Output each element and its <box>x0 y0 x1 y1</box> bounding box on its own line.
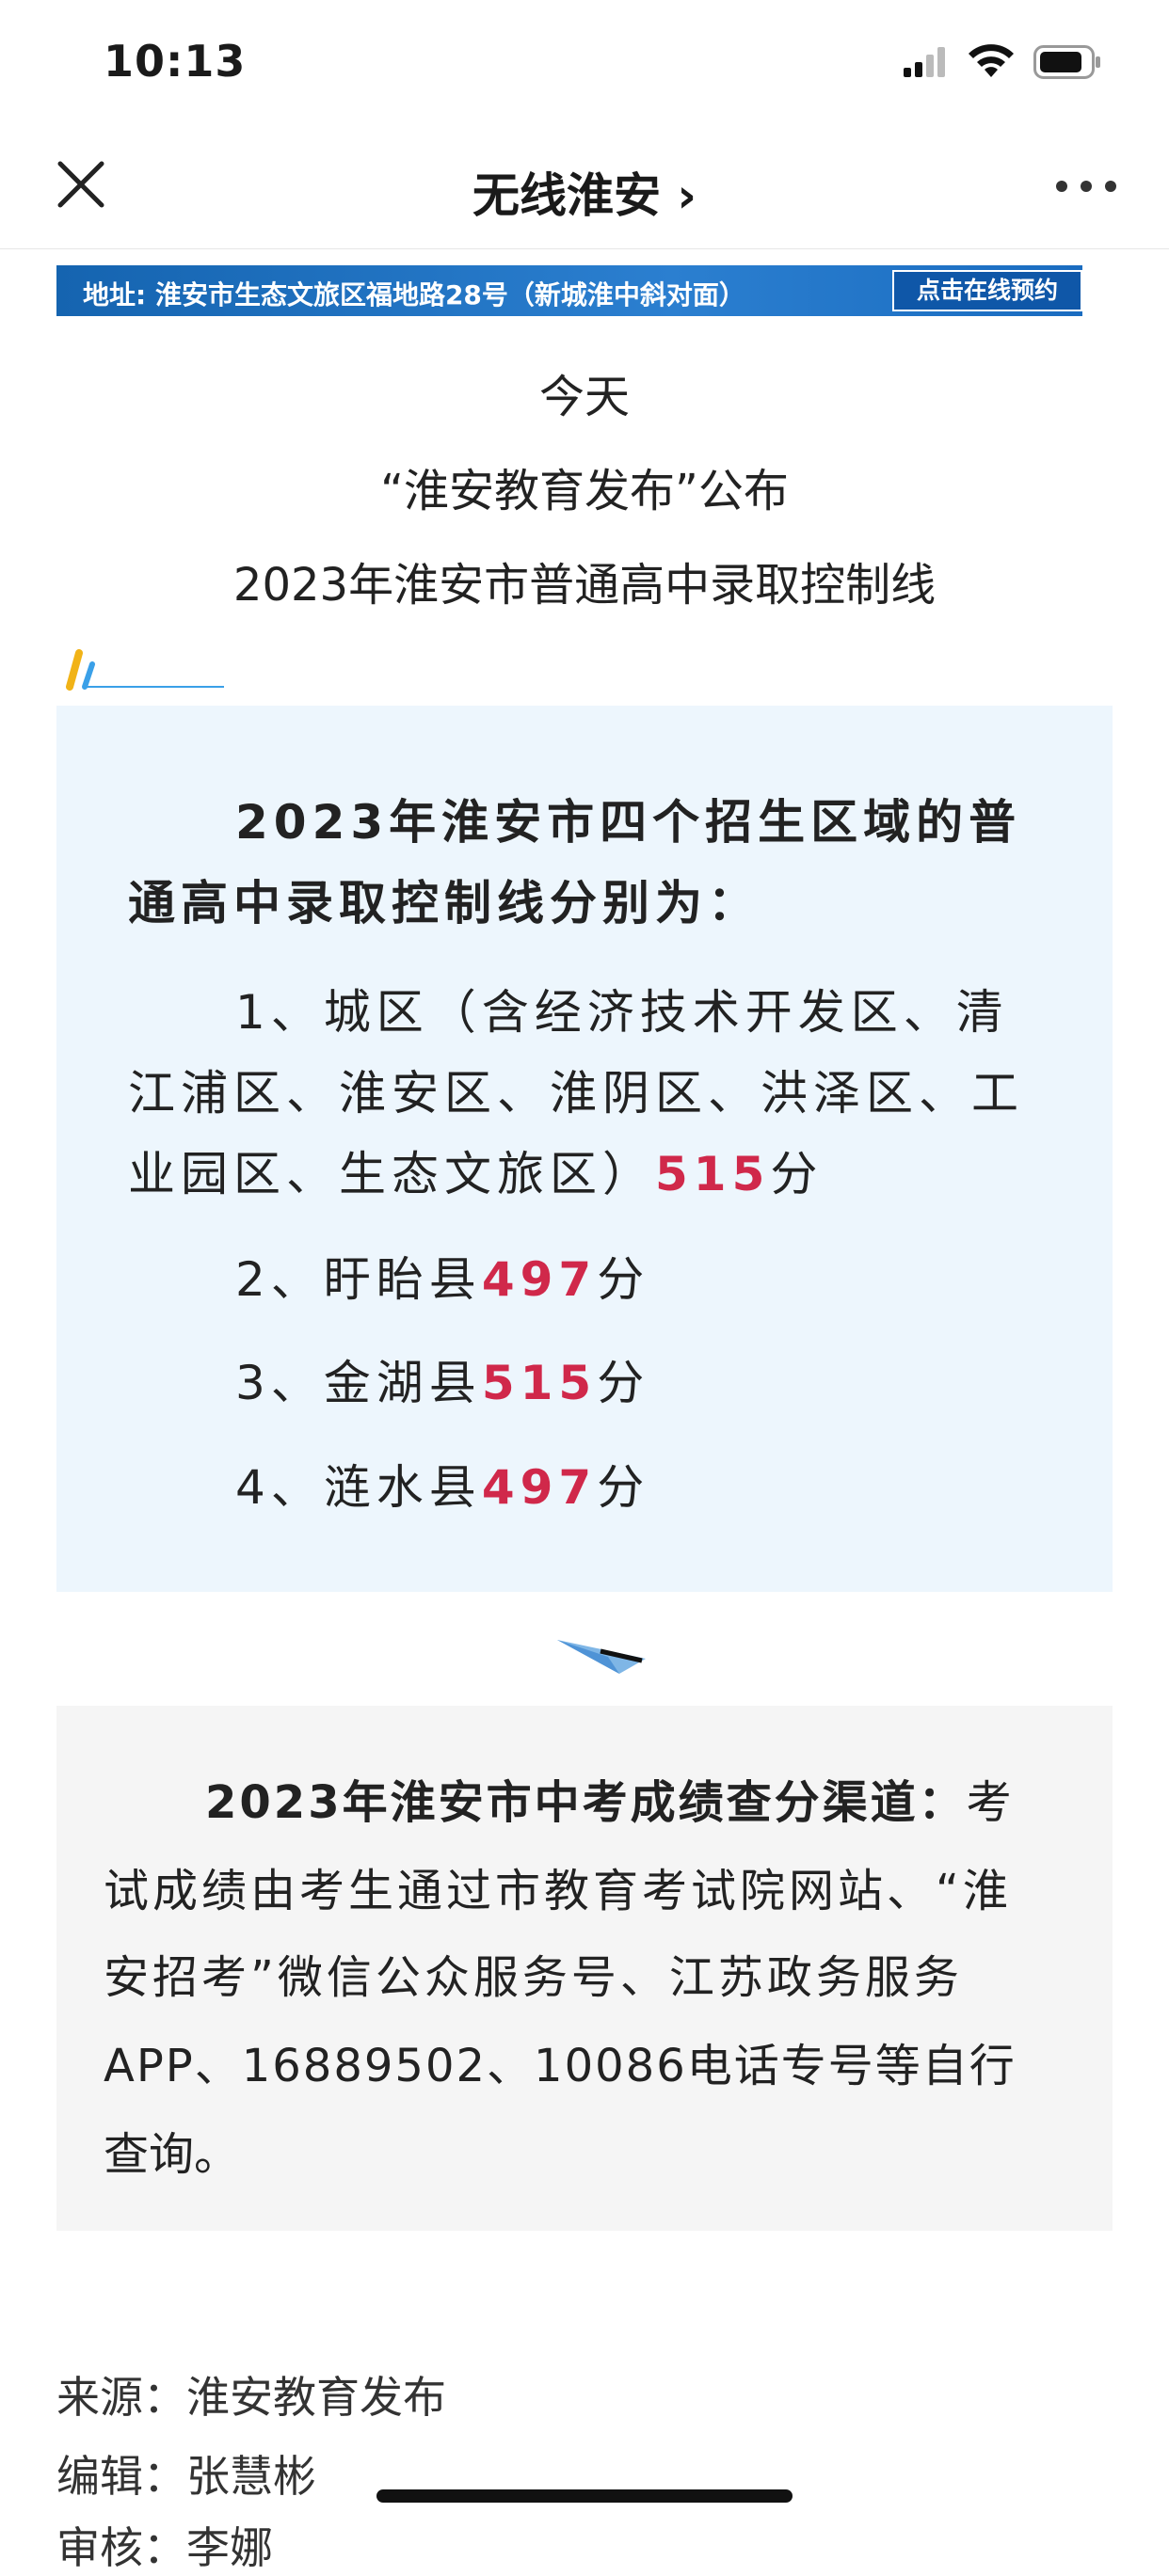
score-item-4: 4、涟水县497分 <box>235 1450 1169 1518</box>
home-indicator[interactable] <box>376 2489 793 2503</box>
wifi-icon <box>969 44 1014 77</box>
query-line-3: 安招考”微信公众服务号、江苏政务服务 <box>104 1951 963 2004</box>
score-unit: 分 <box>597 1356 650 1410</box>
query-line-1-rest: 考 <box>966 1776 1015 1829</box>
paper-plane-icon <box>557 1640 646 1674</box>
intro-line-2: “淮安教育发布”公布 <box>380 465 789 517</box>
score-unit: 分 <box>597 1460 650 1515</box>
score-item-1-value: 515 <box>655 1147 771 1201</box>
score-unit: 分 <box>770 1147 824 1201</box>
score-item-1-label: 业园区、生态文旅区） <box>128 1147 655 1201</box>
score-item-3-value: 515 <box>481 1356 598 1410</box>
account-title-link[interactable]: 无线淮安 › <box>0 158 1169 226</box>
query-heading: 2023年淮安市中考成绩查分渠道： <box>205 1776 967 1829</box>
editor-credit: 编辑：张慧彬 <box>56 2451 316 2502</box>
nav-bar: 无线淮安 › <box>0 122 1169 249</box>
score-item-1-line-2: 江浦区、淮安区、淮阴区、洪泽区、工 <box>128 1066 1024 1121</box>
score-heading-line-2: 通高中录取控制线分别为： <box>128 876 761 930</box>
intro-line-3: 2023年淮安市普通高中录取控制线 <box>232 559 937 612</box>
score-item-2-label: 2、盱眙县 <box>235 1252 482 1307</box>
reviewer-credit: 审核：李娜 <box>56 2522 273 2573</box>
booking-button[interactable]: 点击在线预约 <box>892 270 1082 311</box>
status-bar: 10:13 <box>0 0 1169 122</box>
battery-icon <box>1033 45 1100 79</box>
score-item-1-line-3: 业园区、生态文旅区）515分 <box>128 1137 1169 1204</box>
address-banner[interactable]: 地址: 淮安市生态文旅区福地路28号（新城淮中斜对面） 点击在线预约 <box>56 265 1082 316</box>
score-item-4-label: 4、涟水县 <box>235 1460 482 1515</box>
score-item-1-line-1: 1、城区（含经济技术开发区、清 <box>235 985 1009 1040</box>
banner-address: 地址: 淮安市生态文旅区福地路28号（新城淮中斜对面） <box>83 279 745 310</box>
query-line-2: 试成绩由考生通过市教育考试院网站、“淮 <box>104 1865 1012 1917</box>
section-divider-icon <box>66 649 224 691</box>
score-item-2: 2、盱眙县497分 <box>235 1242 1169 1310</box>
status-time: 10:13 <box>104 36 247 87</box>
more-dots-icon[interactable] <box>1056 177 1118 196</box>
query-line-1: 2023年淮安市中考成绩查分渠道：考 <box>205 1765 1015 1831</box>
score-item-3: 3、金湖县515分 <box>235 1345 1169 1413</box>
source-credit: 来源：淮安教育发布 <box>56 2372 446 2423</box>
cellular-signal-icon <box>904 47 947 77</box>
score-unit: 分 <box>597 1252 650 1307</box>
score-item-2-value: 497 <box>481 1252 598 1307</box>
query-line-4: APP、16889502、10086电话专号等自行 <box>104 2040 1017 2092</box>
query-line-5: 查询。 <box>104 2128 240 2181</box>
intro-line-1: 今天 <box>538 371 630 423</box>
score-item-4-value: 497 <box>481 1460 598 1515</box>
score-item-3-label: 3、金湖县 <box>235 1356 482 1410</box>
score-heading-line-1: 2023年淮安市四个招生区域的普 <box>235 795 1022 850</box>
